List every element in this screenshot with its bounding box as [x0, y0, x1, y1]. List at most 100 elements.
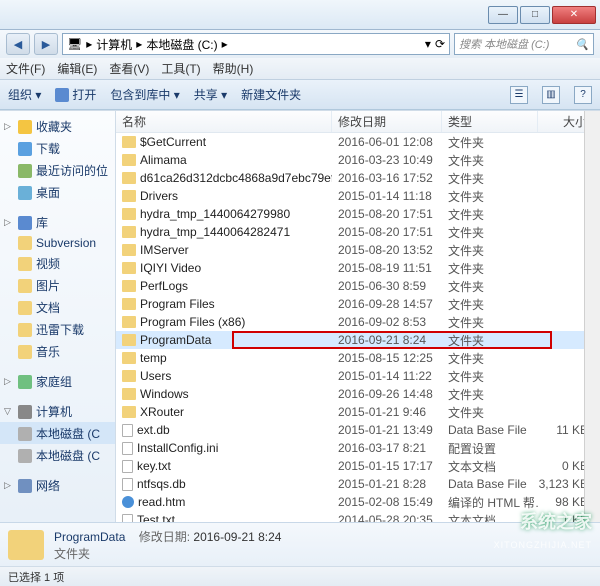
menu-edit[interactable]: 编辑(E) — [57, 60, 97, 77]
column-type[interactable]: 类型 — [442, 111, 538, 132]
file-row[interactable]: Windows2016-09-26 14:48文件夹 — [116, 385, 600, 403]
file-name: Program Files — [140, 297, 215, 311]
file-name: Windows — [140, 387, 189, 401]
file-row[interactable]: temp2015-08-15 12:25文件夹 — [116, 349, 600, 367]
file-name: XRouter — [140, 405, 184, 419]
file-row[interactable]: ProgramData2016-09-21 8:24文件夹 — [116, 331, 600, 349]
file-row[interactable]: read.htm2015-02-08 15:49编译的 HTML 帮…98 KB — [116, 493, 600, 511]
file-row[interactable]: Program Files (x86)2016-09-02 8:53文件夹 — [116, 313, 600, 331]
column-name[interactable]: 名称 — [116, 111, 332, 132]
close-button[interactable]: ✕ — [552, 6, 596, 24]
vertical-scrollbar[interactable] — [584, 111, 600, 522]
sidebar-drive-d[interactable]: 本地磁盘 (C — [0, 444, 115, 466]
folder-icon — [122, 388, 136, 400]
file-icon — [122, 424, 133, 437]
file-row[interactable]: ntfsqs.db2015-01-21 8:28Data Base File3,… — [116, 475, 600, 493]
file-row[interactable]: d61ca26d312dcbc4868a9d7ebc79ef2016-03-16… — [116, 169, 600, 187]
organize-button[interactable]: 组织 ▾ — [8, 86, 41, 103]
file-row[interactable]: Alimama2016-03-23 10:49文件夹 — [116, 151, 600, 169]
sidebar-computer[interactable]: ▽计算机 — [0, 400, 115, 422]
include-library-button[interactable]: 包含到库中 ▾ — [110, 86, 179, 103]
sidebar-label: 文档 — [36, 299, 60, 316]
file-row[interactable]: hydra_tmp_14400642824712015-08-20 17:51文… — [116, 223, 600, 241]
file-row[interactable]: $GetCurrent2016-06-01 12:08文件夹 — [116, 133, 600, 151]
sidebar-drive-c[interactable]: 本地磁盘 (C — [0, 422, 115, 444]
file-name: IMServer — [140, 243, 189, 257]
help-button[interactable]: ? — [574, 86, 592, 104]
share-button[interactable]: 共享 ▾ — [194, 86, 227, 103]
file-row[interactable]: ext.db2015-01-21 13:49Data Base File11 K… — [116, 421, 600, 439]
address-dropdown-icon[interactable]: ▾ — [425, 37, 431, 51]
file-date: 2015-02-08 15:49 — [332, 495, 442, 509]
search-box[interactable]: 搜索 本地磁盘 (C:) 🔍 — [454, 33, 594, 55]
details-name: ProgramData — [54, 530, 125, 544]
title-bar: — □ ✕ — [0, 0, 600, 30]
sidebar-xunlei[interactable]: 迅雷下载 — [0, 318, 115, 340]
sidebar-libraries[interactable]: ▷库 — [0, 211, 115, 233]
column-date[interactable]: 修改日期 — [332, 111, 442, 132]
breadcrumb-sep: ▸ — [86, 37, 92, 51]
forward-button[interactable]: ▶ — [34, 33, 58, 55]
sidebar-label: 下载 — [36, 140, 60, 157]
back-button[interactable]: ◀ — [6, 33, 30, 55]
file-row[interactable]: InstallConfig.ini2016-03-17 8:21配置设置 — [116, 439, 600, 457]
refresh-icon[interactable]: ⟳ — [435, 37, 445, 51]
menu-tools[interactable]: 工具(T) — [161, 60, 200, 77]
library-icon — [18, 216, 32, 230]
file-row[interactable]: IMServer2015-08-20 13:52文件夹 — [116, 241, 600, 259]
navigation-pane: ▷收藏夹 下载 最近访问的位 桌面 ▷库 Subversion 视频 图片 文档… — [0, 111, 116, 522]
menu-file[interactable]: 文件(F) — [6, 60, 45, 77]
file-row[interactable]: key.txt2015-01-15 17:17文本文档0 KB — [116, 457, 600, 475]
file-date: 2015-08-15 12:25 — [332, 351, 442, 365]
file-row[interactable]: Test.txt2014-05-28 20:35文本文档1 KB — [116, 511, 600, 522]
star-icon — [18, 120, 32, 134]
file-name: Alimama — [140, 153, 187, 167]
menu-view[interactable]: 查看(V) — [109, 60, 149, 77]
address-bar[interactable]: 🖥 ▸ 计算机 ▸ 本地磁盘 (C:) ▸ ▾ ⟳ — [62, 33, 450, 55]
file-row[interactable]: PerfLogs2015-06-30 8:59文件夹 — [116, 277, 600, 295]
sidebar-documents[interactable]: 文档 — [0, 296, 115, 318]
file-type: 文件夹 — [442, 332, 538, 349]
file-row[interactable]: Program Files2016-09-28 14:57文件夹 — [116, 295, 600, 313]
breadcrumb-computer[interactable]: 计算机 — [96, 36, 132, 53]
file-row[interactable]: hydra_tmp_14400642799802015-08-20 17:51文… — [116, 205, 600, 223]
sidebar-subversion[interactable]: Subversion — [0, 233, 115, 252]
file-type: Data Base File — [442, 477, 538, 491]
breadcrumb-drive-c[interactable]: 本地磁盘 (C:) — [146, 36, 217, 53]
sidebar-pictures[interactable]: 图片 — [0, 274, 115, 296]
maximize-button[interactable]: □ — [520, 6, 550, 24]
menu-help[interactable]: 帮助(H) — [213, 60, 254, 77]
homegroup-icon — [18, 375, 32, 389]
folder-icon — [122, 298, 136, 310]
file-date: 2015-08-20 17:51 — [332, 207, 442, 221]
sidebar-label: 最近访问的位 — [36, 162, 108, 179]
file-type: 文件夹 — [442, 134, 538, 151]
sidebar-music[interactable]: 音乐 — [0, 340, 115, 362]
sidebar-homegroup[interactable]: ▷家庭组 — [0, 370, 115, 392]
sidebar-network[interactable]: ▷网络 — [0, 474, 115, 496]
minimize-button[interactable]: — — [488, 6, 518, 24]
new-folder-button[interactable]: 新建文件夹 — [241, 86, 301, 103]
file-row[interactable]: IQIYI Video2015-08-19 11:51文件夹 — [116, 259, 600, 277]
file-row[interactable]: Drivers2015-01-14 11:18文件夹 — [116, 187, 600, 205]
file-date: 2015-01-14 11:18 — [332, 189, 442, 203]
sidebar-label: 迅雷下载 — [36, 321, 84, 338]
sidebar-videos[interactable]: 视频 — [0, 252, 115, 274]
open-button[interactable]: 打开 — [55, 86, 96, 103]
file-row[interactable]: Users2015-01-14 11:22文件夹 — [116, 367, 600, 385]
folder-icon — [122, 262, 136, 274]
view-mode-button[interactable]: ☰ — [510, 86, 528, 104]
preview-pane-button[interactable]: ▥ — [542, 86, 560, 104]
file-name: Test.txt — [137, 513, 175, 522]
file-date: 2015-01-14 11:22 — [332, 369, 442, 383]
sidebar-desktop[interactable]: 桌面 — [0, 181, 115, 203]
sidebar-downloads[interactable]: 下载 — [0, 137, 115, 159]
file-name: hydra_tmp_1440064282471 — [140, 225, 290, 239]
file-date: 2015-01-21 13:49 — [332, 423, 442, 437]
sidebar-favorites[interactable]: ▷收藏夹 — [0, 115, 115, 137]
file-row[interactable]: XRouter2015-01-21 9:46文件夹 — [116, 403, 600, 421]
file-date: 2015-08-19 11:51 — [332, 261, 442, 275]
file-type: 文件夹 — [442, 404, 538, 421]
sidebar-recent[interactable]: 最近访问的位 — [0, 159, 115, 181]
folder-icon — [122, 136, 136, 148]
